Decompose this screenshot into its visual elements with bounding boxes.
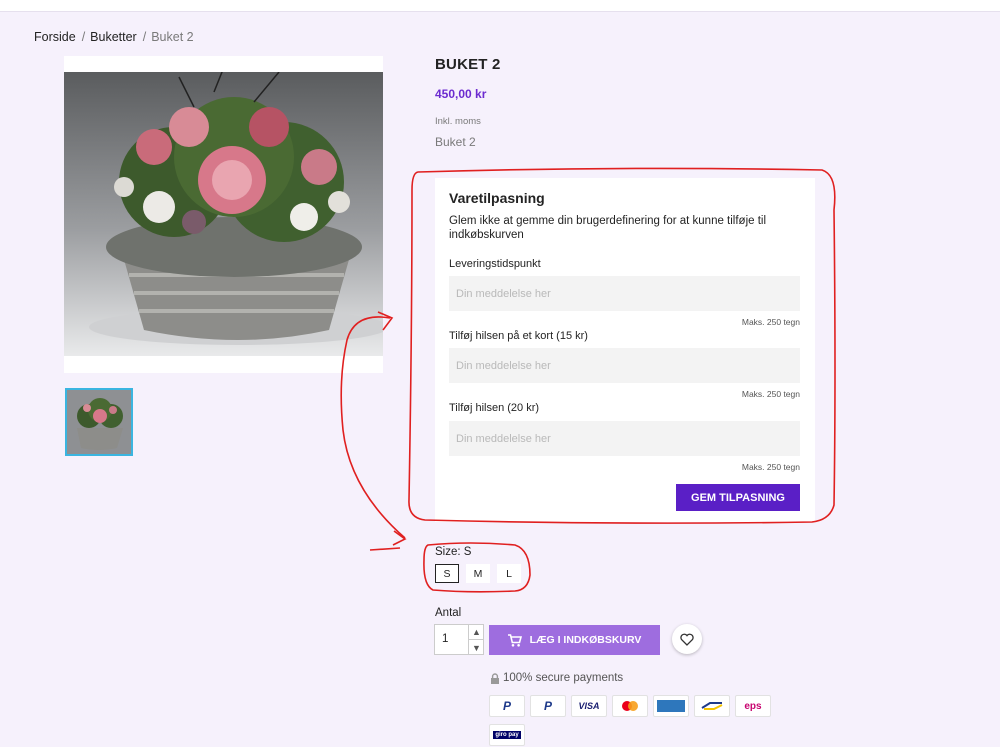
- product-price: 450,00 kr: [435, 87, 487, 101]
- product-title: BUKET 2: [435, 56, 501, 73]
- annotation-arrowhead-bottom: [392, 530, 407, 546]
- lock-icon: [491, 672, 499, 684]
- max-chars-hint: Maks. 250 tegn: [741, 462, 800, 472]
- mastercard-icon: [612, 695, 648, 717]
- breadcrumb-separator: /: [142, 30, 147, 44]
- greeting-input[interactable]: [449, 421, 800, 456]
- quantity-stepper[interactable]: 1 ▲ ▼: [434, 624, 484, 655]
- breadcrumb-link-home[interactable]: Forside: [34, 30, 76, 44]
- size-option-s[interactable]: S: [435, 564, 459, 583]
- paypal-icon: P: [530, 695, 566, 717]
- flower-basket-photo: [64, 72, 383, 356]
- product-short-description: Buket 2: [435, 135, 476, 149]
- size-option-l[interactable]: L: [497, 564, 521, 583]
- add-to-cart-label: LÆG I INDKØBSKURV: [529, 634, 642, 646]
- product-thumbnail[interactable]: [65, 388, 133, 456]
- field-label-greeting: Tilføj hilsen (20 kr): [449, 402, 540, 414]
- eps-label: eps: [744, 700, 762, 712]
- delivery-time-input[interactable]: [449, 276, 800, 311]
- quantity-value[interactable]: 1: [442, 633, 448, 645]
- max-chars-hint: Maks. 250 tegn: [741, 317, 800, 327]
- visa-label: VISA: [578, 701, 600, 711]
- max-chars-hint: Maks. 250 tegn: [741, 389, 800, 399]
- giropay-label: giro pay: [493, 731, 521, 739]
- card-greeting-input[interactable]: [449, 348, 800, 383]
- paypal-icon: P: [489, 695, 525, 717]
- size-label: Size: S: [435, 546, 472, 558]
- field-label-delivery-time: Leveringstidspunkt: [449, 258, 541, 270]
- top-header-bar: [0, 0, 1000, 12]
- breadcrumb-current: Buket 2: [151, 30, 194, 44]
- quantity-label: Antal: [435, 607, 462, 619]
- breadcrumb-link-category[interactable]: Buketter: [90, 30, 137, 44]
- product-main-image[interactable]: [64, 56, 383, 373]
- secure-payments-note: 100% secure payments: [490, 672, 623, 684]
- wishlist-button[interactable]: [672, 624, 702, 654]
- customization-note: Glem ikke at gemme din brugerdefinering …: [449, 215, 767, 241]
- increment-icon[interactable]: ▲: [468, 625, 484, 640]
- breadcrumb-separator: /: [81, 30, 86, 44]
- heart-icon: [680, 633, 694, 646]
- save-customization-button[interactable]: GEM TILPASNING: [676, 484, 800, 511]
- decrement-icon[interactable]: ▼: [468, 640, 484, 655]
- amex-icon: [653, 695, 689, 717]
- giropay-icon: giro pay: [489, 724, 525, 746]
- bancontact-icon: [694, 695, 730, 717]
- annotation-arrow-tail: [369, 547, 401, 551]
- tax-label: Inkl. moms: [435, 116, 481, 127]
- eps-icon: eps: [735, 695, 771, 717]
- breadcrumb: Forside / Buketter / Buket 2: [34, 30, 198, 44]
- secure-payments-text: 100% secure payments: [503, 672, 624, 684]
- field-label-card-greeting: Tilføj hilsen på et kort (15 kr): [449, 330, 588, 342]
- visa-icon: VISA: [571, 695, 607, 717]
- size-option-m[interactable]: M: [466, 564, 490, 583]
- customization-heading: Varetilpasning: [449, 190, 545, 206]
- cart-icon: [507, 633, 522, 647]
- product-customization-panel: Varetilpasning Glem ikke at gemme din br…: [435, 178, 815, 522]
- add-to-cart-button[interactable]: LÆG I INDKØBSKURV: [489, 625, 660, 655]
